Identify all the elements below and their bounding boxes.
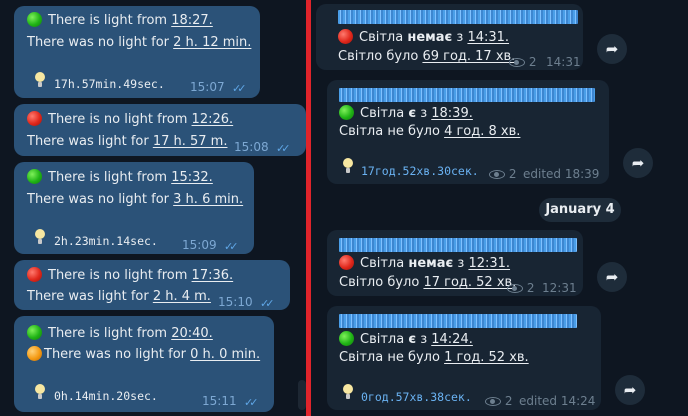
message-line-1: There is no light from 12:26. [27, 110, 233, 129]
light-time: 18:27. [171, 13, 213, 28]
share-arrow-icon[interactable]: ➦ [623, 148, 653, 178]
red-circle-icon [27, 111, 42, 126]
views-count: 2 [485, 392, 512, 411]
message-bubble[interactable]: Світла немає з 12:31. Світло було 17 год… [327, 230, 583, 296]
message-line-1: There is light from 15:32. [27, 168, 213, 187]
message-line-2: Світло було 69 год. 17 хв. [338, 49, 516, 64]
message-line-2: Світла не було 1 год. 52 хв. [339, 350, 529, 365]
green-circle-icon [339, 331, 354, 346]
double-check-icon: ✓✓ [232, 82, 247, 95]
message-time: edited 18:39 [523, 167, 600, 181]
redacted-header [338, 10, 578, 24]
duration-text: 0год.57хв.38сек. [361, 390, 472, 404]
red-circle-icon [27, 267, 42, 282]
eye-icon [485, 397, 501, 406]
message-line-2: There was no light for 2 h. 12 min. [27, 35, 252, 50]
message-line-1: Світла є з 18:39. [339, 104, 473, 123]
message-time: 15:08 [234, 140, 269, 154]
duration-value: 2 h. 12 min. [173, 35, 252, 50]
message-bubble[interactable]: There is light from 20:40. There was no … [14, 316, 274, 412]
chat-pane-ukrainian: Світла немає з 14:31. Світло було 69 год… [311, 0, 688, 416]
eye-icon [489, 170, 505, 179]
duration-text: 17год.52хв.30сек. [361, 164, 479, 178]
duration-text: 2h.23min.14sec. [54, 234, 158, 248]
duration-value: 0 h. 0 min. [190, 347, 261, 362]
light-time: 14:24. [431, 332, 473, 347]
message-bubble[interactable]: There is no light from 17:36. There was … [14, 260, 290, 310]
message-line-2: Світло було 17 год. 52 хв. [339, 275, 517, 290]
light-time: 17:36. [191, 268, 234, 283]
red-circle-icon [338, 29, 353, 44]
redacted-header [339, 314, 577, 328]
green-circle-icon [339, 105, 354, 120]
light-time: 14:31. [467, 30, 510, 45]
date-separator: January 4 [539, 198, 621, 222]
message-time: 15:11 [202, 394, 237, 408]
message-bubble[interactable]: There is light from 18:27. There was no … [14, 6, 260, 98]
green-circle-icon [27, 325, 42, 340]
duration-text: 0h.14min.20sec. [54, 389, 158, 403]
green-circle-icon [27, 169, 42, 184]
light-time: 12:26. [191, 112, 234, 127]
message-line-2: There was no light for 0 h. 0 min. [27, 345, 260, 364]
green-circle-icon [27, 12, 42, 27]
duration-value: 3 h. 6 min. [173, 192, 244, 207]
message-line-2: There was light for 17 h. 57 m. [27, 134, 228, 149]
light-bulb-icon [343, 158, 353, 174]
message-time: 14:31 [546, 55, 581, 69]
message-bubble[interactable]: There is light from 15:32. There was no … [14, 162, 254, 254]
duration-value: 69 год. 17 хв. [422, 49, 516, 64]
message-time: 15:09 [182, 238, 217, 252]
light-bulb-icon [343, 384, 353, 400]
share-arrow-icon[interactable]: ➦ [597, 34, 627, 64]
light-bulb-icon [35, 384, 45, 400]
message-time: 15:10 [218, 295, 253, 309]
eye-icon [507, 284, 523, 293]
message-line-1: There is no light from 17:36. [27, 266, 233, 285]
double-check-icon: ✓✓ [260, 297, 275, 310]
double-check-icon: ✓✓ [224, 240, 239, 253]
message-time: 15:07 [190, 80, 225, 94]
message-bubble[interactable]: There is no light from 12:26. There was … [14, 104, 306, 156]
message-time: edited 14:24 [519, 394, 596, 408]
message-line-1: There is light from 18:27. [27, 11, 213, 30]
light-bulb-icon [35, 72, 45, 88]
message-line-1: Світла немає з 14:31. [338, 28, 509, 47]
duration-value: 17 h. 57 m. [152, 134, 228, 149]
duration-value: 17 год. 52 хв. [423, 275, 517, 290]
scrollbar[interactable] [298, 380, 306, 410]
duration-value: 2 h. 4 m. [152, 289, 211, 304]
views-count: 2 [509, 53, 536, 72]
red-circle-icon [339, 255, 354, 270]
double-check-icon: ✓✓ [276, 142, 291, 155]
message-line-2: There was no light for 3 h. 6 min. [27, 192, 244, 207]
redacted-header [339, 88, 595, 102]
orange-circle-icon [27, 346, 42, 361]
redacted-header [339, 238, 577, 252]
light-time: 12:31. [468, 256, 511, 271]
double-check-icon: ✓✓ [244, 396, 259, 409]
duration-value: 4 год. 8 хв. [444, 124, 521, 139]
views-count: 2 [489, 165, 516, 184]
light-time: 15:32. [171, 170, 213, 185]
message-line-2: There was light for 2 h. 4 m. [27, 289, 211, 304]
message-bubble[interactable]: Світла є з 14:24. Світла не було 1 год. … [327, 306, 601, 410]
light-time: 18:39. [431, 106, 473, 121]
message-line-1: There is light from 20:40. [27, 324, 213, 343]
chat-pane-english: There is light from 18:27. There was no … [0, 0, 306, 416]
duration-text: 17h.57min.49sec. [54, 77, 165, 91]
light-time: 20:40. [171, 326, 213, 341]
duration-value: 1 год. 52 хв. [444, 350, 529, 365]
message-line-1: Світла немає з 12:31. [339, 254, 510, 273]
eye-icon [509, 58, 525, 67]
message-time: 12:31 [542, 281, 577, 295]
message-line-1: Світла є з 14:24. [339, 330, 473, 349]
views-count: 2 [507, 279, 534, 298]
share-arrow-icon[interactable]: ➦ [615, 375, 645, 405]
message-line-2: Світла не було 4 год. 8 хв. [339, 124, 521, 139]
light-bulb-icon [35, 229, 45, 245]
message-bubble[interactable]: Світла немає з 14:31. Світло було 69 год… [316, 4, 583, 70]
message-bubble[interactable]: Світла є з 18:39. Світла не було 4 год. … [327, 80, 609, 184]
share-arrow-icon[interactable]: ➦ [597, 262, 627, 292]
